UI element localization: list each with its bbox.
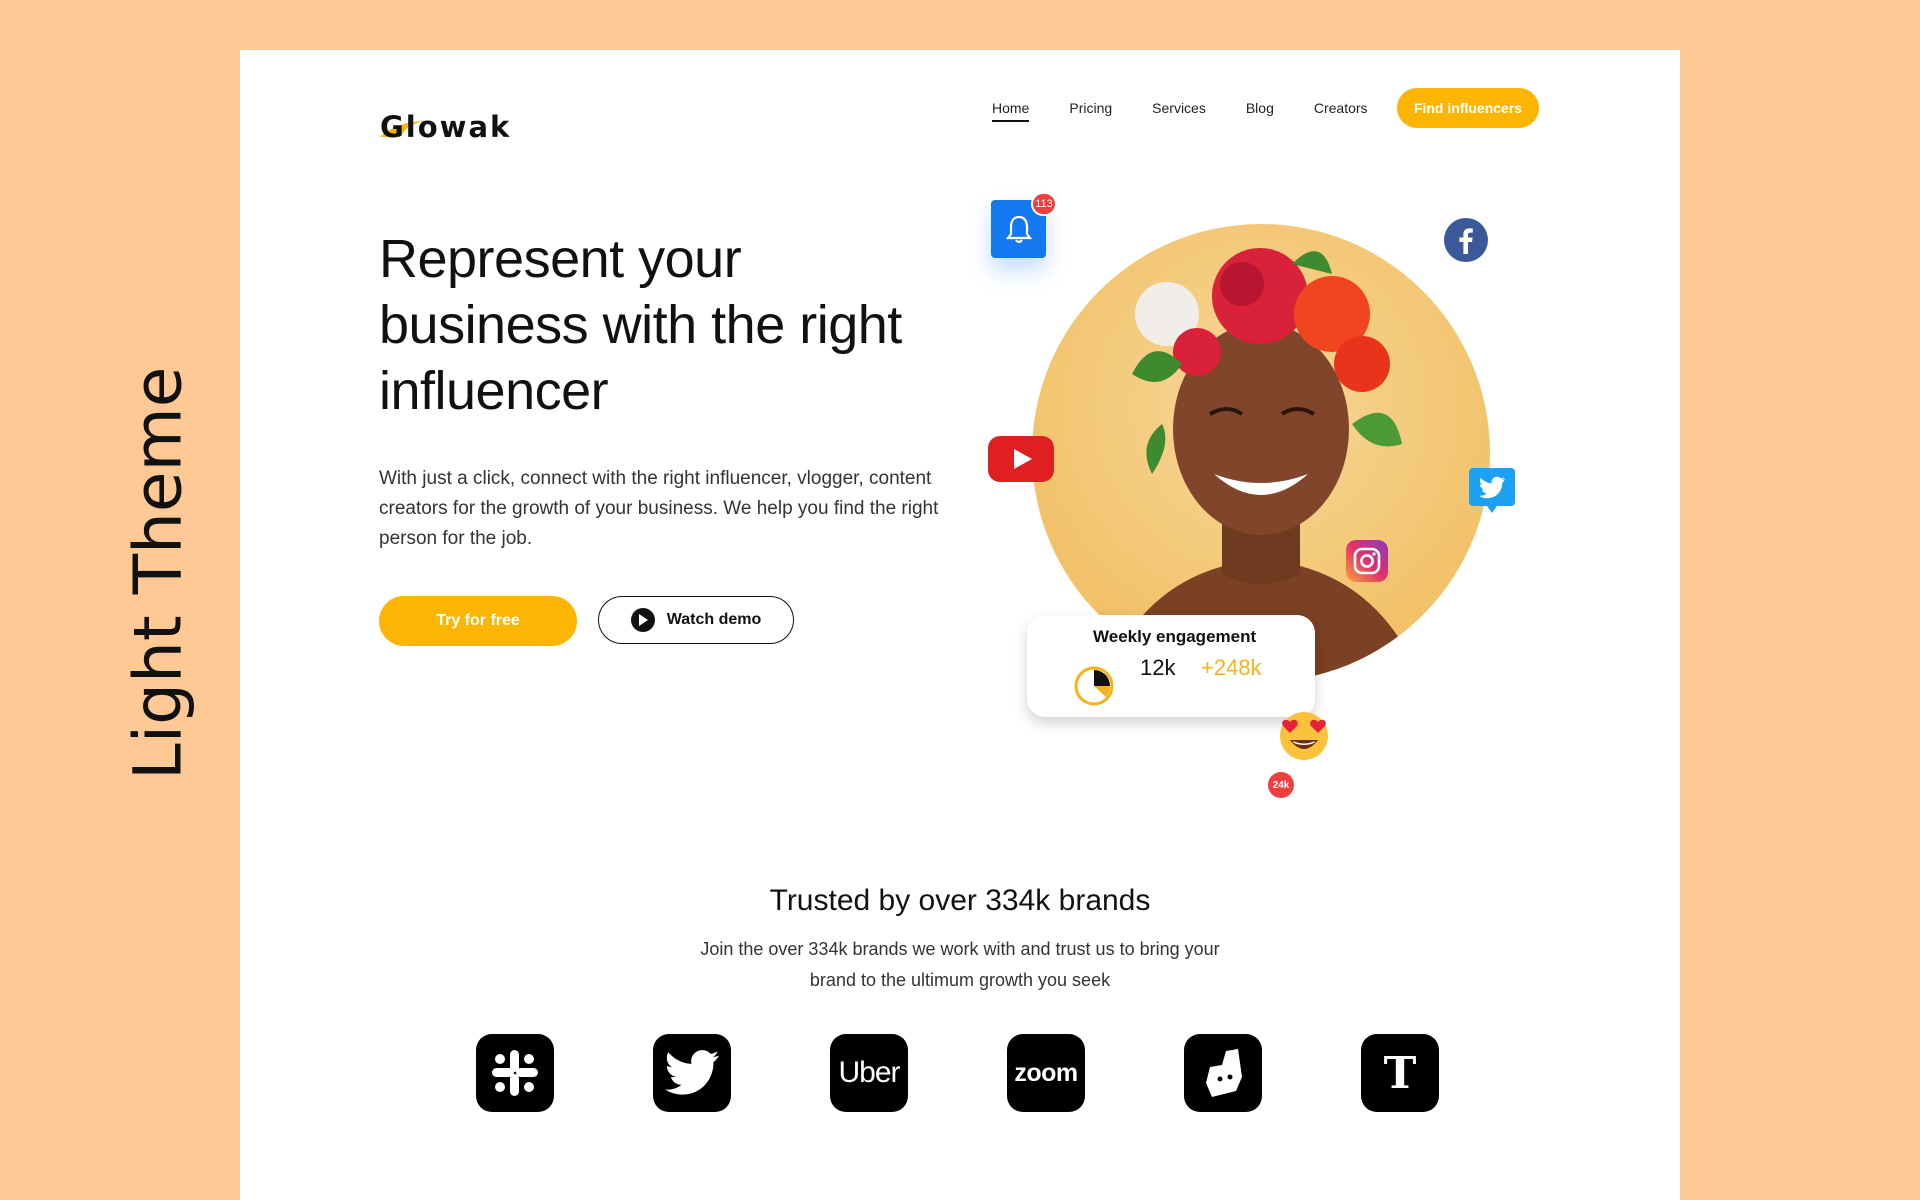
nav-home[interactable]: Home xyxy=(992,100,1030,122)
twitter-brand-icon xyxy=(653,1034,731,1112)
influencer-portrait xyxy=(1032,224,1490,682)
trust-description: Join the over 334k brands we work with a… xyxy=(700,939,1220,990)
watch-demo-button[interactable]: Watch demo xyxy=(598,596,794,644)
twitter-icon[interactable] xyxy=(1469,468,1515,514)
brand-logos: Uber zoom T xyxy=(476,1034,1538,1112)
deliveroo-icon xyxy=(1184,1034,1262,1112)
trust-title: Trusted by over 334k brands xyxy=(769,884,1151,917)
facebook-icon[interactable] xyxy=(1444,218,1488,262)
reaction-count-badge: 24k xyxy=(1268,772,1294,798)
engagement-delta: +248k xyxy=(1201,655,1262,680)
find-influencers-button[interactable]: Find influencers xyxy=(1397,88,1539,128)
main-nav: Home Pricing Services Blog Creators xyxy=(992,88,1408,128)
engagement-value: 12k xyxy=(1140,655,1176,680)
notification-badge: 113 xyxy=(1031,192,1057,216)
hero-title: Represent your business with the right i… xyxy=(379,226,939,424)
nav-pricing[interactable]: Pricing xyxy=(1069,100,1112,116)
nav-creators[interactable]: Creators xyxy=(1314,100,1368,116)
theme-label: Light Theme xyxy=(119,366,197,780)
weekly-engagement-card: Weekly engagement 12k +248k xyxy=(1027,615,1315,717)
zoom-icon: zoom xyxy=(1007,1034,1085,1112)
logo[interactable]: Glowak xyxy=(378,86,538,146)
play-icon xyxy=(630,608,655,632)
instagram-icon[interactable] xyxy=(1346,540,1388,582)
engagement-title: Weekly engagement xyxy=(1093,627,1257,646)
nav-services[interactable]: Services xyxy=(1152,100,1206,116)
uber-icon: Uber xyxy=(830,1034,908,1112)
logo-text: Glowak xyxy=(380,110,512,144)
nytimes-wordmark: T xyxy=(1383,1047,1417,1099)
youtube-icon[interactable] xyxy=(988,436,1054,482)
hero-title-line: influencer xyxy=(379,361,609,421)
hero-title-line: Represent your xyxy=(379,229,742,289)
try-for-free-button[interactable]: Try for free xyxy=(379,596,577,646)
heart-eyes-emoji-icon xyxy=(1280,712,1328,760)
bell-icon xyxy=(1005,215,1032,244)
watch-demo-label: Watch demo xyxy=(666,611,762,628)
slack-icon xyxy=(476,1034,554,1112)
nav-blog[interactable]: Blog xyxy=(1246,100,1274,116)
hero-title-line: business with the right xyxy=(379,295,902,355)
landing-page: Glowak Home Pricing Services Blog Creato… xyxy=(240,50,1680,1200)
hero-description: With just a click, connect with the righ… xyxy=(379,468,939,549)
pie-chart-icon xyxy=(1074,666,1114,706)
uber-wordmark: Uber xyxy=(838,1056,900,1089)
nytimes-icon: T xyxy=(1361,1034,1439,1112)
zoom-wordmark: zoom xyxy=(1014,1058,1078,1087)
